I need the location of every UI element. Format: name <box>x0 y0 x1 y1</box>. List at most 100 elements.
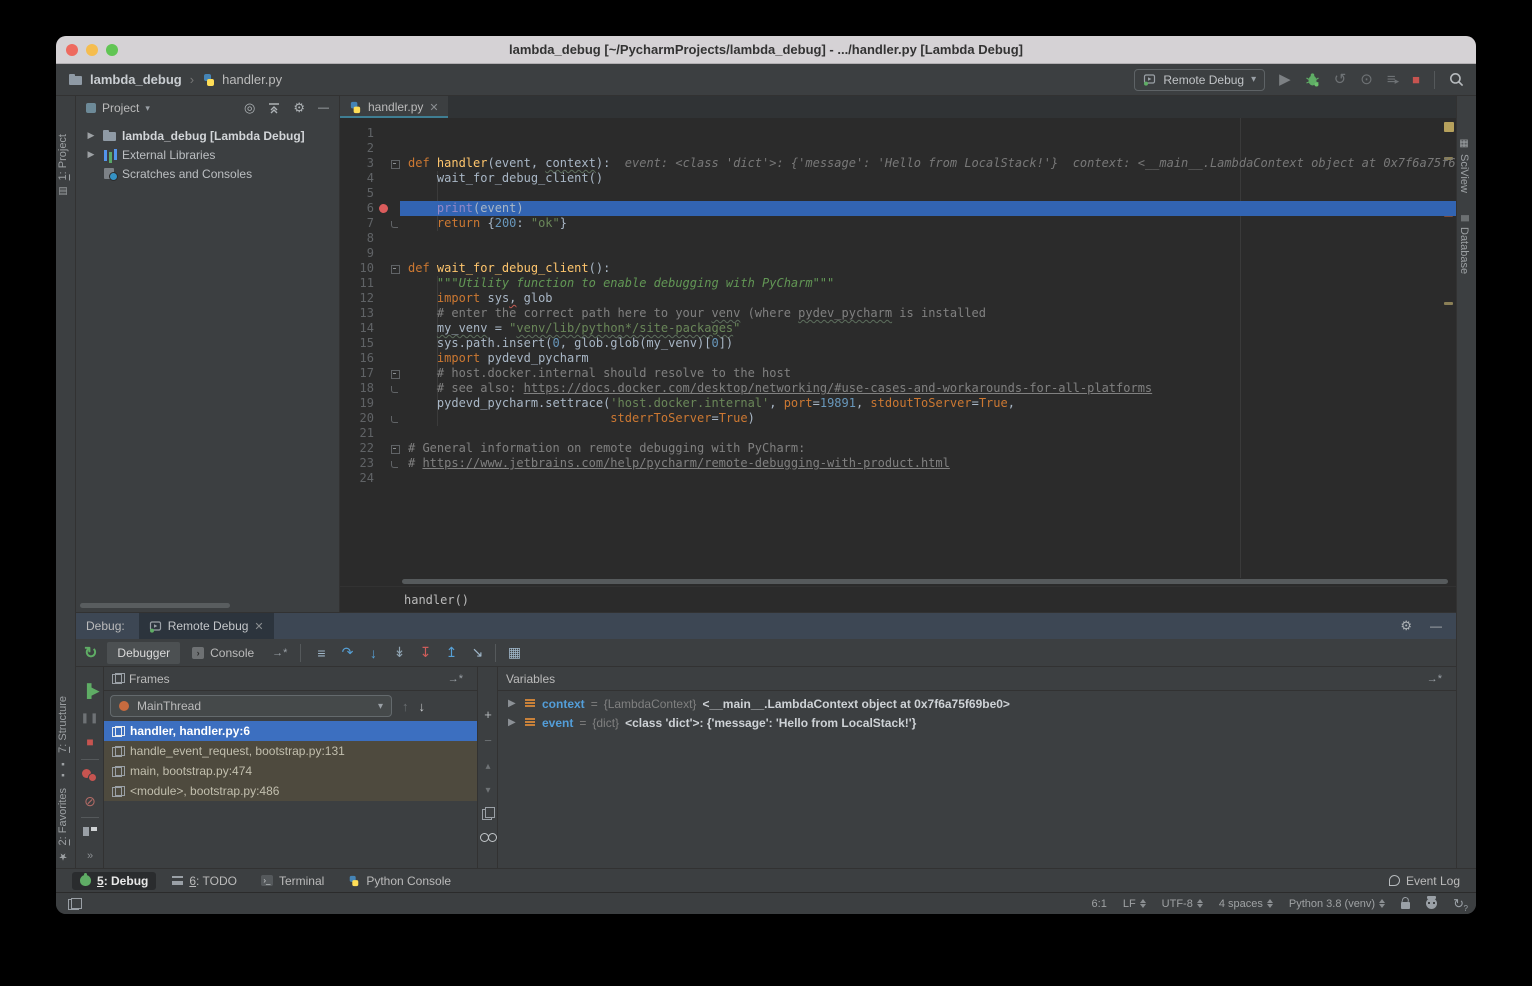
step-out-icon[interactable]: ↥ <box>438 644 464 661</box>
line-number[interactable]: 10 <box>340 261 378 276</box>
stripe-tab----structure[interactable]: ▪▪7: Structure <box>57 696 69 780</box>
code-text[interactable]: """Utility function to enable debugging … <box>400 276 1456 291</box>
fold-marker[interactable] <box>390 336 400 351</box>
line-number[interactable]: 6 <box>340 201 378 216</box>
code-line[interactable]: 15 sys.path.insert(0, glob.glob(my_venv)… <box>340 336 1456 351</box>
line-number[interactable]: 5 <box>340 186 378 201</box>
code-text[interactable]: def handler(event, context): event: <cla… <box>400 156 1456 171</box>
gutter-marker[interactable] <box>378 306 390 321</box>
line-number[interactable]: 24 <box>340 471 378 486</box>
run-icon[interactable]: ▶ <box>1279 72 1291 87</box>
fold-marker[interactable] <box>390 276 400 291</box>
code-line[interactable]: 4 wait_for_debug_client() <box>340 171 1456 186</box>
code-text[interactable]: import pydevd_pycharm <box>400 351 1456 366</box>
gutter-marker[interactable] <box>378 201 390 216</box>
line-number[interactable]: 12 <box>340 291 378 306</box>
debugger-tab-console[interactable]: ›Console <box>182 642 264 664</box>
editor-tab-handler[interactable]: handler.py ✕ <box>340 96 448 118</box>
thread-selector[interactable]: MainThread ▾ <box>110 695 392 717</box>
gutter-marker[interactable] <box>378 456 390 471</box>
hide-panel-icon[interactable]: — <box>318 102 329 114</box>
frame-row[interactable]: handle_event_request, bootstrap.py:131 <box>104 741 477 761</box>
gutter-marker[interactable] <box>378 186 390 201</box>
fold-marker[interactable] <box>390 216 400 231</box>
line-number[interactable]: 13 <box>340 306 378 321</box>
stripe-tab-database[interactable]: ≣Database <box>1458 214 1470 274</box>
fold-marker[interactable] <box>390 141 400 156</box>
code-line[interactable]: 22 # General information on remote debugg… <box>340 441 1456 456</box>
locate-file-icon[interactable]: ◎ <box>244 100 255 116</box>
hide-panel-icon[interactable]: — <box>1430 619 1442 633</box>
project-tree-item[interactable]: ▶External Libraries <box>76 145 339 164</box>
refresh-icon[interactable]: ↻ <box>1453 896 1464 912</box>
chevron-right-icon[interactable]: ▶ <box>84 130 98 141</box>
hector-inspections-icon[interactable] <box>1426 898 1437 909</box>
code-line[interactable]: 12 import sys, glob <box>340 291 1456 306</box>
variable-row[interactable]: ▶context={LambdaContext}<__main__.Lambda… <box>498 694 1456 713</box>
code-line[interactable]: 10 def wait_for_debug_client(): <box>340 261 1456 276</box>
zoom-window-icon[interactable] <box>106 44 118 56</box>
code-line[interactable]: 7 return {200: "ok"} <box>340 216 1456 231</box>
code-line[interactable]: 1 <box>340 126 1456 141</box>
code-text[interactable]: # General information on remote debuggin… <box>400 441 1456 456</box>
breadcrumb-project[interactable]: lambda_debug <box>90 72 182 87</box>
coverage-icon[interactable]: ↺ <box>1334 72 1347 87</box>
collapse-all-icon[interactable] <box>268 102 280 114</box>
editor-hscrollbar[interactable] <box>340 578 1456 586</box>
fold-marker[interactable] <box>390 246 400 261</box>
run-configuration-select[interactable]: Remote Debug ▾ <box>1134 69 1265 91</box>
code-text[interactable]: def wait_for_debug_client(): <box>400 261 1456 276</box>
debugger-tab-debugger[interactable]: Debugger <box>107 642 180 664</box>
fold-marker[interactable] <box>390 381 400 396</box>
code-text[interactable] <box>400 126 1456 141</box>
minimize-window-icon[interactable] <box>86 44 98 56</box>
line-number[interactable]: 18 <box>340 381 378 396</box>
frame-row[interactable]: handler, handler.py:6 <box>104 721 477 741</box>
remove-watch-icon[interactable]: − <box>478 733 498 748</box>
step-over-icon[interactable]: ↷ <box>334 644 360 661</box>
status-item[interactable]: 6:1 <box>1092 898 1107 910</box>
settings-gear-icon[interactable]: ⚙ <box>1400 618 1412 634</box>
fold-marker[interactable] <box>390 261 400 276</box>
code-text[interactable]: # see also: https://docs.docker.com/desk… <box>400 381 1456 396</box>
line-number[interactable]: 1 <box>340 126 378 141</box>
line-number[interactable]: 22 <box>340 441 378 456</box>
fold-marker[interactable] <box>390 186 400 201</box>
chevron-right-icon[interactable]: ▶ <box>508 717 518 728</box>
line-number[interactable]: 17 <box>340 366 378 381</box>
fold-marker[interactable] <box>390 171 400 186</box>
project-panel-title[interactable]: Project <box>102 101 139 115</box>
code-line[interactable]: 5 <box>340 186 1456 201</box>
fold-marker[interactable] <box>390 201 400 216</box>
code-text[interactable]: # host.docker.internal should resolve to… <box>400 366 1456 381</box>
code-line[interactable]: 8 <box>340 231 1456 246</box>
fold-marker[interactable] <box>390 351 400 366</box>
line-number[interactable]: 19 <box>340 396 378 411</box>
pause-icon[interactable] <box>76 709 104 724</box>
focus-icon[interactable]: →* <box>448 673 463 685</box>
code-line[interactable]: 13 # enter the correct path here to your… <box>340 306 1456 321</box>
code-text[interactable]: stderrToServer=True) <box>400 411 1456 426</box>
code-line[interactable]: 19 pydevd_pycharm.settrace('host.docker.… <box>340 396 1456 411</box>
gutter-marker[interactable] <box>378 411 390 426</box>
gutter-marker[interactable] <box>378 366 390 381</box>
code-line[interactable]: 6 print(event) <box>340 201 1456 216</box>
step-into-icon[interactable]: ↓ <box>360 645 386 661</box>
code-line[interactable]: 21 <box>340 426 1456 441</box>
tool-window-button-terminal[interactable]: ›_Terminal <box>253 872 332 890</box>
status-item[interactable]: 4 spaces <box>1219 898 1273 910</box>
code-line[interactable]: 20 stderrToServer=True) <box>340 411 1456 426</box>
gutter-marker[interactable] <box>378 381 390 396</box>
gutter-marker[interactable] <box>378 291 390 306</box>
code-text[interactable]: my_venv = "venv/lib/python*/site-package… <box>400 321 1456 336</box>
line-number[interactable]: 2 <box>340 141 378 156</box>
fold-marker[interactable] <box>390 396 400 411</box>
code-line[interactable]: 9 <box>340 246 1456 261</box>
frame-row[interactable]: main, bootstrap.py:474 <box>104 761 477 781</box>
code-text[interactable] <box>400 231 1456 246</box>
tool-window-button-python-console[interactable]: Python Console <box>340 872 459 890</box>
profiler-icon[interactable]: ⊙ <box>1360 72 1373 87</box>
fold-marker[interactable] <box>390 231 400 246</box>
code-text[interactable]: print(event) <box>400 201 1456 216</box>
fold-marker[interactable] <box>390 306 400 321</box>
